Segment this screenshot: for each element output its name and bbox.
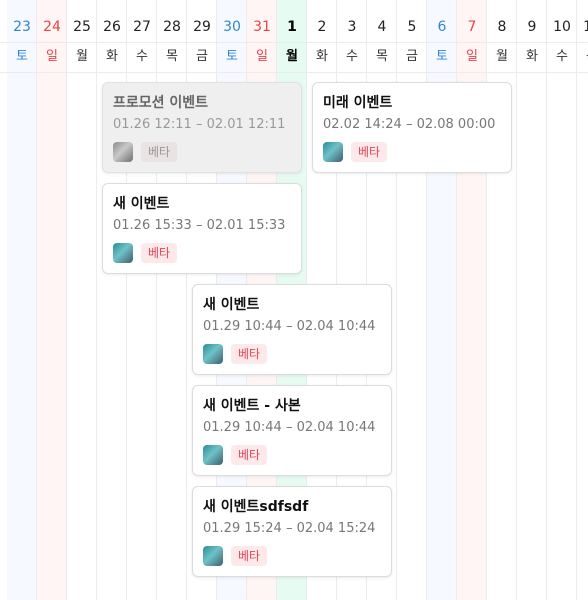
weekday-label: 목	[166, 49, 178, 64]
event-title: 프로모션 이벤트	[113, 95, 209, 111]
weekday-label: 화	[316, 49, 328, 64]
event-card[interactable]: 새 이벤트sdfsdf 01.29 15:24 – 02.04 15:24 베타	[192, 486, 392, 577]
event-dates: 02.02 14:24 – 02.08 00:00	[323, 117, 496, 132]
weekday-label: 일	[256, 49, 268, 64]
beta-badge: 베타	[231, 445, 268, 465]
date-label: 30	[223, 19, 241, 35]
event-title: 새 이벤트 - 사본	[203, 398, 301, 414]
weekday-label: 일	[46, 49, 58, 64]
weekday-label: 화	[526, 49, 538, 64]
event-card[interactable]: 미래 이벤트 02.02 14:24 – 02.08 00:00 베타	[312, 82, 512, 173]
day-column	[7, 0, 37, 600]
event-title: 새 이벤트	[113, 196, 170, 212]
date-label: 6	[437, 19, 447, 35]
weekday-label: 수	[556, 49, 568, 64]
date-label: 26	[103, 19, 121, 35]
date-label: 9	[527, 19, 537, 35]
weekday-label: 화	[106, 49, 118, 64]
event-card[interactable]: 프로모션 이벤트 01.26 12:11 – 02.01 12:11 베타	[102, 82, 302, 173]
avatar	[113, 243, 133, 263]
weekday-label: 월	[496, 49, 508, 64]
event-dates: 01.26 12:11 – 02.01 12:11	[113, 117, 286, 132]
weekday-label: 토	[16, 49, 28, 64]
date-label: 4	[377, 19, 387, 35]
weekday-label: 목	[376, 49, 388, 64]
event-dates: 01.26 15:33 – 02.01 15:33	[113, 218, 286, 233]
date-label: 29	[193, 19, 211, 35]
weekday-label: 월	[76, 49, 88, 64]
date-label: 2	[317, 19, 327, 35]
avatar	[323, 142, 343, 162]
event-title: 새 이벤트sdfsdf	[203, 499, 309, 515]
day-column	[577, 0, 588, 600]
beta-badge: 베타	[231, 344, 268, 364]
date-label: 5	[407, 19, 417, 35]
event-card[interactable]: 새 이벤트 - 사본 01.29 10:44 – 02.04 10:44 베타	[192, 385, 392, 476]
weekday-label: 금	[196, 49, 208, 64]
day-column	[67, 0, 97, 600]
avatar	[203, 344, 223, 364]
date-label: 7	[467, 19, 477, 35]
beta-badge: 베타	[141, 243, 178, 263]
event-dates: 01.29 10:44 – 02.04 10:44	[203, 420, 376, 435]
avatar	[203, 546, 223, 566]
day-column	[547, 0, 577, 600]
event-card[interactable]: 새 이벤트 01.29 10:44 – 02.04 10:44 베타	[192, 284, 392, 375]
day-column	[37, 0, 67, 600]
event-title: 새 이벤트	[203, 297, 260, 313]
weekday-label: 토	[436, 49, 448, 64]
date-label: 31	[253, 19, 271, 35]
weekday-label: 일	[466, 49, 478, 64]
event-title: 미래 이벤트	[323, 95, 393, 111]
header-divider	[0, 72, 588, 73]
day-column	[517, 0, 547, 600]
date-label: 28	[163, 19, 181, 35]
date-label: 23	[13, 19, 31, 35]
date-label: 1	[287, 19, 297, 35]
date-label: 8	[497, 19, 507, 35]
date-label: 10	[553, 19, 571, 35]
weekday-label: 수	[346, 49, 358, 64]
weekday-label: 수	[136, 49, 148, 64]
avatar	[203, 445, 223, 465]
date-label: 3	[347, 19, 357, 35]
weekday-label: 월	[286, 49, 298, 64]
date-label: 11	[583, 19, 588, 35]
weekday-label: 금	[406, 49, 418, 64]
event-timeline: 23 토 24 일 25 월 26 화 27 수 28 목 29 금 30 토 31 일 1 월 2 화 3 수 4 목 5 금 6 토 7…	[0, 0, 588, 600]
date-label: 27	[133, 19, 151, 35]
date-label: 25	[73, 19, 91, 35]
beta-badge: 베타	[351, 142, 388, 162]
event-card[interactable]: 새 이벤트 01.26 15:33 – 02.01 15:33 베타	[102, 183, 302, 274]
weekday-label: 토	[226, 49, 238, 64]
weekday-label: 목	[577, 42, 588, 72]
event-dates: 01.29 10:44 – 02.04 10:44	[203, 319, 376, 334]
date-label: 24	[43, 19, 61, 35]
beta-badge: 베타	[231, 546, 268, 566]
event-dates: 01.29 15:24 – 02.04 15:24	[203, 521, 376, 536]
avatar	[113, 142, 133, 162]
beta-badge: 베타	[141, 142, 178, 162]
